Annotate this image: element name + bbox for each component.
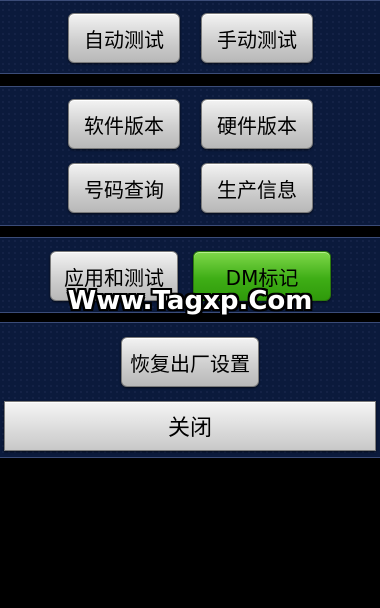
dm-mark-button[interactable]: DM标记 — [193, 251, 331, 301]
number-query-button[interactable]: 号码查询 — [68, 163, 180, 213]
manual-test-button[interactable]: 手动测试 — [201, 13, 313, 63]
factory-reset-button[interactable]: 恢复出厂设置 — [121, 337, 259, 387]
reset-button-panel: 恢复出厂设置 关闭 — [0, 322, 380, 458]
software-version-button[interactable]: 软件版本 — [68, 99, 180, 149]
auto-test-button[interactable]: 自动测试 — [68, 13, 180, 63]
hardware-version-button[interactable]: 硬件版本 — [201, 99, 313, 149]
info-button-panel: 软件版本 硬件版本 号码查询 生产信息 — [0, 86, 380, 226]
production-info-button[interactable]: 生产信息 — [201, 163, 313, 213]
mode-button-panel: 应用和测试 DM标记 — [0, 237, 380, 313]
close-button[interactable]: 关闭 — [4, 401, 376, 451]
top-button-panel: 自动测试 手动测试 — [0, 0, 380, 74]
apps-and-test-button[interactable]: 应用和测试 — [50, 251, 178, 301]
